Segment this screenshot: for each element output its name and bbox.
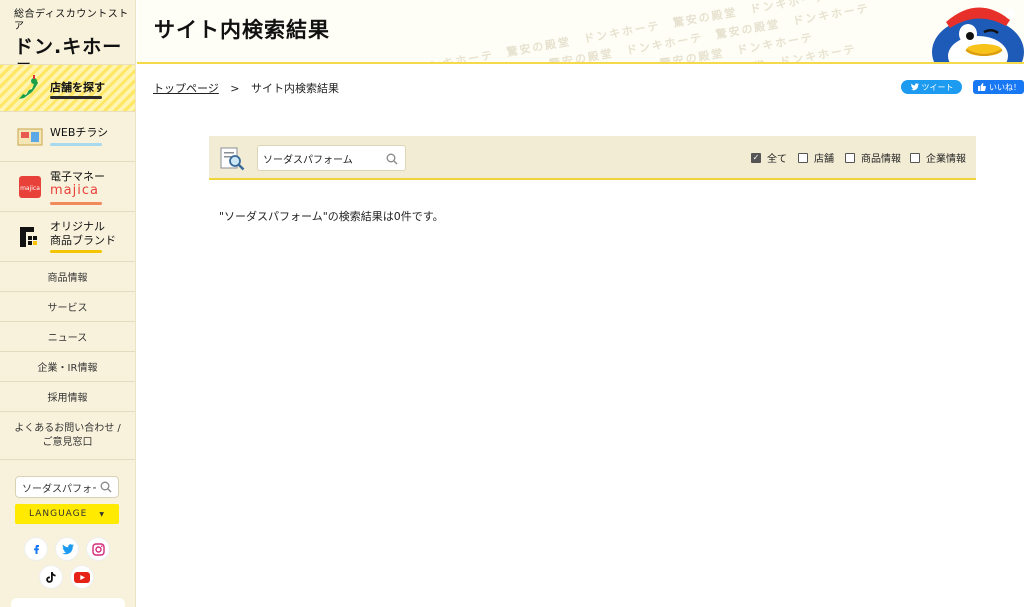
filter-stores[interactable]: 店舗: [798, 150, 834, 165]
majica-card-icon: majica: [19, 176, 41, 198]
nav-products[interactable]: 商品情報: [0, 262, 135, 292]
majica-label: 電子マネー: [50, 170, 105, 183]
filter-products[interactable]: 商品情報: [845, 150, 901, 165]
nav-contact-line1: よくあるお問い合わせ /: [14, 422, 121, 434]
filter-stores-label: 店舗: [814, 154, 834, 165]
page-search-icon: [220, 147, 245, 171]
original-brand-label: オリジナル: [50, 220, 105, 233]
filter-corporate[interactable]: 企業情報: [910, 150, 966, 165]
main-search-box: [257, 145, 406, 171]
filter-products-checkbox[interactable]: [845, 152, 855, 163]
nav-contact[interactable]: よくあるお問い合わせ / ご意見窓口: [0, 412, 135, 460]
main-search-input[interactable]: [258, 146, 378, 170]
filter-corporate-label: 企業情報: [926, 154, 966, 165]
brand-logo-icon: [20, 227, 37, 247]
breadcrumb: トップページ > サイト内検索結果: [153, 80, 339, 96]
original-brand-sub: 商品ブランド: [50, 234, 116, 247]
nav-services[interactable]: サービス: [0, 292, 135, 322]
web-flyer-label: WEBチラシ: [50, 126, 109, 139]
page-header: ドンキホーテ 驚安の殿堂 ドンキホーテ 驚安の殿堂 ドンキホーテ ドンキホーテ …: [137, 0, 1024, 64]
sidebar-search-box: [15, 476, 119, 498]
language-button[interactable]: LANGUAGE ▼: [15, 504, 119, 524]
facebook-icon[interactable]: [25, 538, 47, 560]
nav-contact-line2: ご意見窓口: [42, 436, 93, 448]
nav-news[interactable]: ニュース: [0, 322, 135, 352]
majica-sub: majica: [50, 183, 99, 198]
filter-all-label: 全て: [767, 154, 787, 165]
logo-tagline: 総合ディスカウントストア: [14, 9, 129, 32]
search-result-message: "ソーダスパフォーム"の検索結果は0件です。: [219, 210, 444, 223]
web-flyer-link[interactable]: WEBチラシ: [0, 112, 135, 162]
twitter-icon: [910, 83, 919, 91]
sidebar: 総合ディスカウントストア ドン.キホーテ 店舗を探す WEBチラシ majica…: [0, 0, 136, 607]
filter-all-checkbox[interactable]: ✓: [751, 152, 761, 163]
filter-products-label: 商品情報: [861, 154, 901, 165]
filter-stores-checkbox[interactable]: [798, 152, 808, 163]
svg-text:majica: majica: [20, 185, 40, 192]
breadcrumb-current: サイト内検索結果: [251, 82, 339, 95]
twitter-icon[interactable]: [56, 538, 78, 560]
filter-corporate-checkbox[interactable]: [910, 152, 920, 163]
japan-map-icon: [19, 75, 38, 99]
nav-recruit[interactable]: 採用情報: [0, 382, 135, 412]
tweet-label: ツイート: [921, 82, 954, 92]
sidebar-bottom-panel: [11, 598, 125, 607]
donpen-mascot-icon: [932, 7, 1024, 62]
search-icon[interactable]: [386, 153, 398, 165]
original-brand-link[interactable]: オリジナル 商品ブランド: [0, 212, 135, 262]
tweet-button[interactable]: ツイート: [901, 80, 962, 94]
breadcrumb-home-link[interactable]: トップページ: [153, 82, 219, 95]
youtube-icon[interactable]: [71, 566, 93, 588]
site-logo[interactable]: 総合ディスカウントストア ドン.キホーテ: [0, 0, 135, 82]
breadcrumb-separator: >: [230, 82, 240, 95]
store-search-button[interactable]: 店舗を探す: [0, 64, 135, 112]
search-icon[interactable]: [100, 481, 112, 493]
like-label: いいね！: [989, 82, 1021, 92]
flyer-icon: [17, 128, 43, 146]
tiktok-icon[interactable]: [40, 566, 62, 588]
majica-link[interactable]: majica 電子マネー majica: [0, 162, 135, 212]
thumbs-up-icon: [978, 83, 986, 91]
like-button[interactable]: いいね！: [973, 80, 1024, 94]
caret-down-icon: ▼: [99, 510, 105, 518]
store-search-label: 店舗を探す: [50, 81, 105, 94]
page-title: サイト内検索結果: [154, 18, 330, 42]
search-panel: ✓ 全て 店舗 商品情報 企業情報: [209, 136, 976, 180]
language-label: LANGUAGE: [29, 509, 88, 519]
filter-all[interactable]: ✓ 全て: [751, 150, 787, 165]
nav-corporate-ir[interactable]: 企業・IR情報: [0, 352, 135, 382]
instagram-icon[interactable]: [87, 538, 109, 560]
sidebar-search-input[interactable]: [16, 477, 96, 498]
